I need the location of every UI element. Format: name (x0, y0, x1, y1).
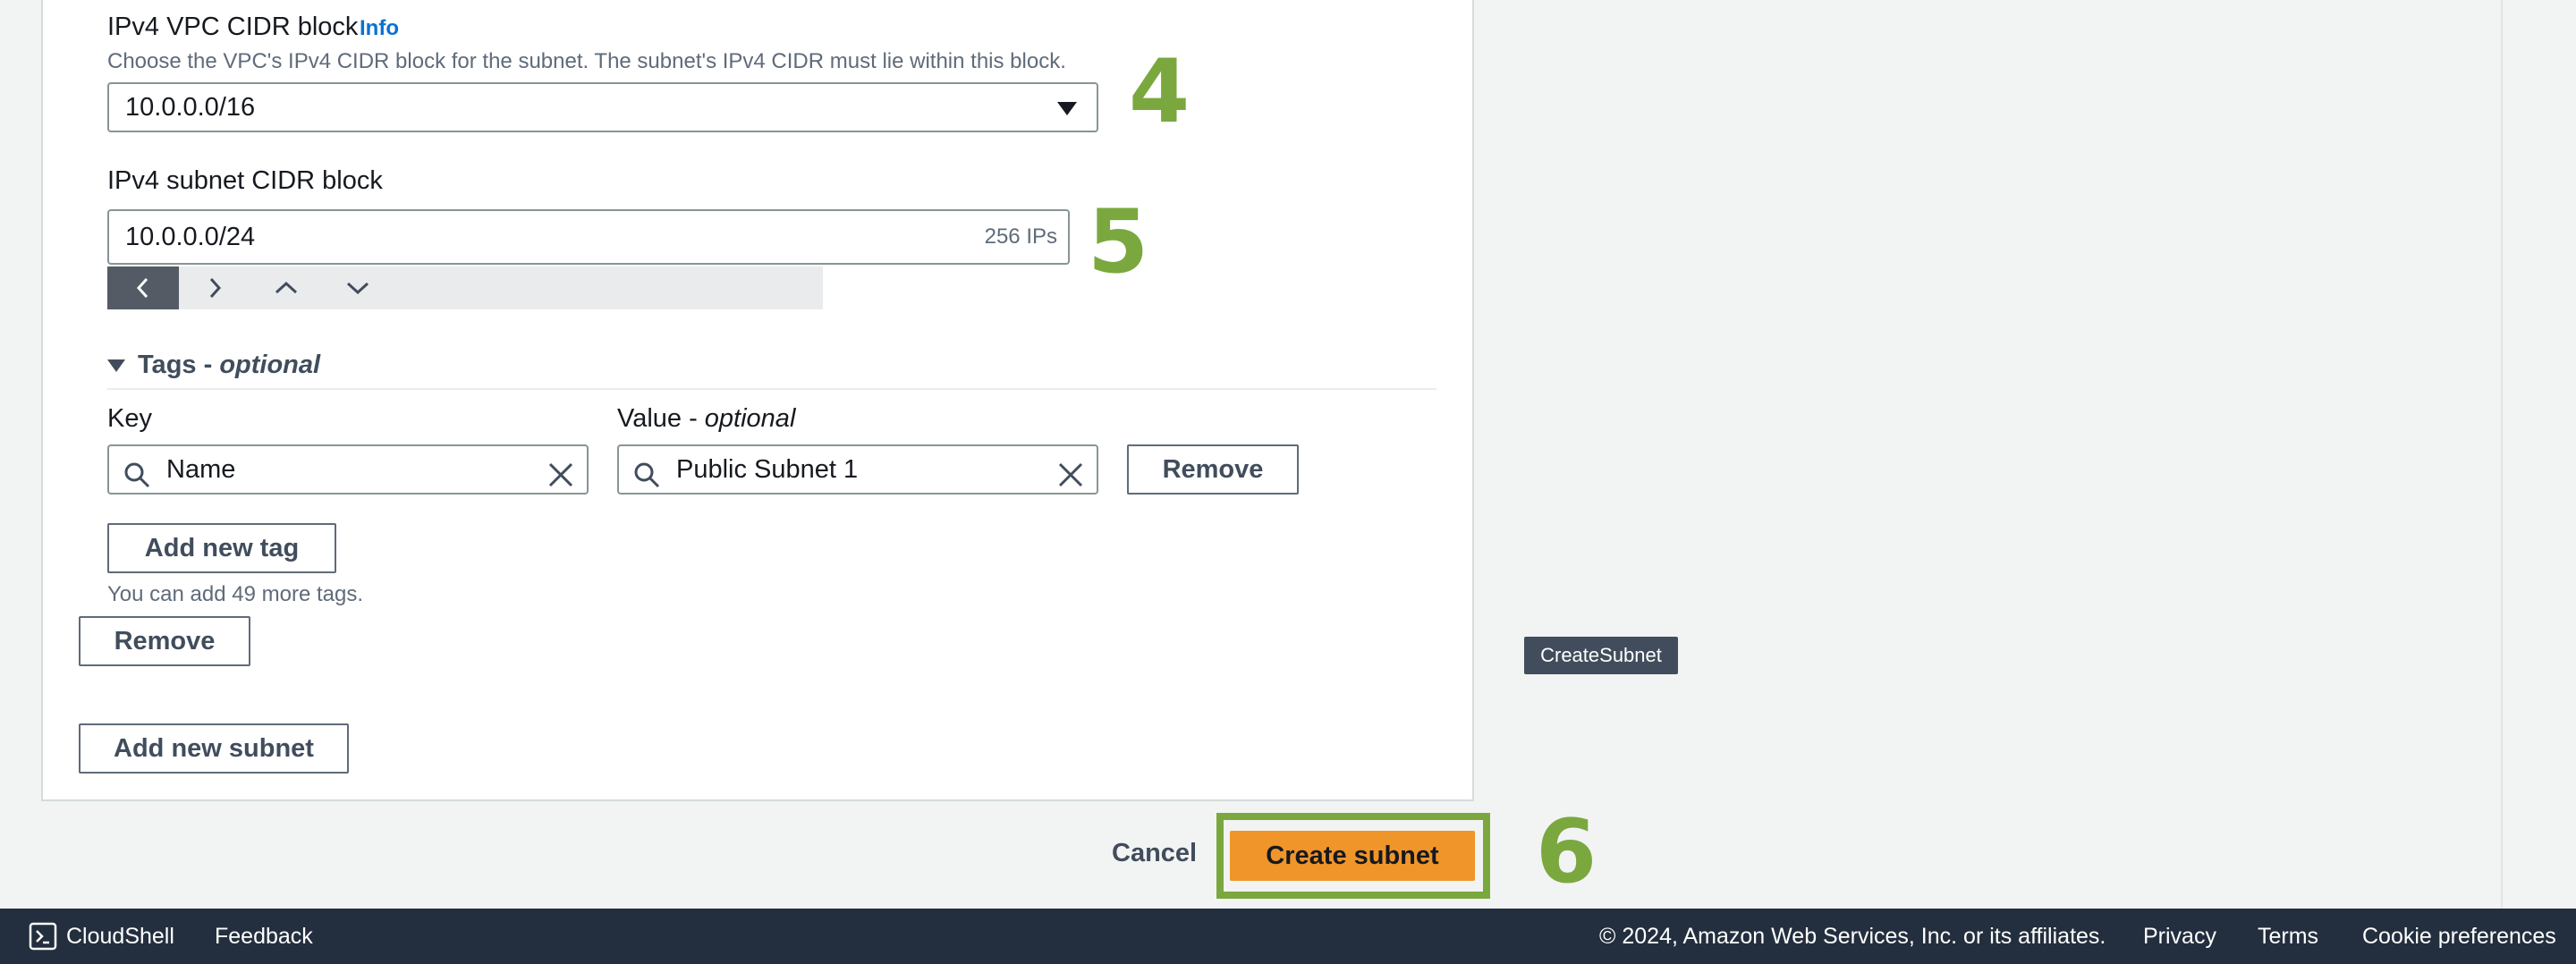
cookie-preferences-link[interactable]: Cookie preferences (2362, 924, 2556, 950)
clear-icon[interactable] (547, 457, 574, 503)
tag-key-label: Key (107, 404, 152, 433)
chevron-down-icon[interactable] (322, 266, 394, 309)
add-new-subnet-button[interactable]: Add new subnet (79, 723, 349, 774)
search-icon (123, 457, 150, 503)
tag-value-value: Public Subnet 1 (676, 455, 859, 484)
cidr-stepper-bar (107, 266, 823, 309)
caret-down-icon (107, 359, 125, 372)
chevron-right-icon[interactable] (179, 266, 250, 309)
create-subnet-tooltip: CreateSubnet (1524, 637, 1678, 674)
vpc-cidr-info-link[interactable]: Info (360, 16, 399, 41)
remove-tag-button[interactable]: Remove (1127, 444, 1299, 495)
terms-link[interactable]: Terms (2258, 924, 2318, 950)
caret-down-icon (1057, 102, 1077, 115)
vpc-cidr-label: IPv4 VPC CIDR block (107, 13, 359, 41)
chevron-up-icon[interactable] (250, 266, 322, 309)
annotation-step-6: 6 (1536, 801, 1597, 903)
chevron-left-icon[interactable] (107, 266, 179, 309)
annotation-step-4: 4 (1129, 41, 1191, 143)
tags-divider (107, 388, 1436, 390)
right-panel-border (2501, 0, 2503, 909)
subnet-cidr-label: IPv4 subnet CIDR block (107, 166, 383, 195)
tag-key-value: Name (166, 455, 236, 484)
remove-subnet-button[interactable]: Remove (79, 616, 250, 666)
tags-remaining-text: You can add 49 more tags. (107, 582, 363, 606)
cloudshell-icon[interactable] (29, 922, 57, 957)
vpc-cidr-description: Choose the VPC's IPv4 CIDR block for the… (107, 49, 1066, 73)
vpc-cidr-selected-value: 10.0.0.0/16 (125, 93, 256, 122)
tag-value-input[interactable]: Public Subnet 1 (617, 444, 1098, 495)
tags-section-toggle[interactable]: Tags - optional (107, 351, 320, 380)
subnet-cidr-input[interactable]: 10.0.0.0/24 256 IPs (107, 209, 1070, 265)
cancel-button[interactable]: Cancel (1112, 839, 1197, 868)
clear-icon[interactable] (1057, 457, 1084, 503)
vpc-cidr-select[interactable]: 10.0.0.0/16 (107, 82, 1098, 132)
subnet-cidr-ip-count: 256 IPs (984, 224, 1057, 249)
copyright-text: © 2024, Amazon Web Services, Inc. or its… (1599, 924, 2106, 949)
subnet-cidr-value: 10.0.0.0/24 (125, 223, 256, 251)
tags-heading: Tags - (138, 351, 220, 379)
search-icon (633, 457, 660, 503)
privacy-link[interactable]: Privacy (2143, 924, 2216, 950)
tag-value-label: Value - optional (617, 404, 796, 433)
annotation-step-5: 5 (1088, 191, 1149, 293)
feedback-link[interactable]: Feedback (215, 924, 313, 950)
cloudshell-link[interactable]: CloudShell (66, 924, 174, 950)
tags-heading-optional: optional (219, 351, 321, 379)
create-subnet-button[interactable]: Create subnet (1230, 831, 1475, 881)
console-footer: CloudShell Feedback © 2024, Amazon Web S… (0, 909, 2576, 964)
add-new-tag-button[interactable]: Add new tag (107, 523, 336, 573)
tag-key-input[interactable]: Name (107, 444, 589, 495)
